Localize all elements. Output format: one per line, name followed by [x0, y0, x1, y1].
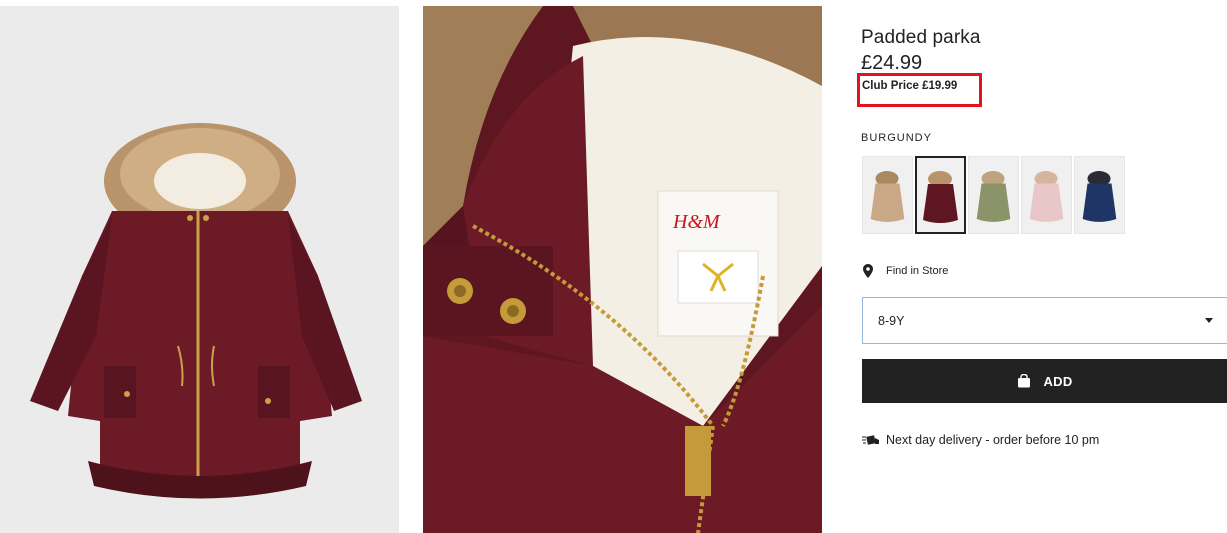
delivery-truck-icon	[862, 435, 879, 445]
swatch-khaki-green[interactable]	[968, 156, 1019, 234]
delivery-text: Next day delivery - order before 10 pm	[886, 433, 1100, 447]
size-selected-value: 8-9Y	[878, 313, 905, 328]
delivery-info: Next day delivery - order before 10 pm	[862, 433, 1099, 447]
club-price: Club Price £19.99	[862, 80, 958, 92]
product-price: £24.99	[861, 52, 923, 74]
swatch-burgundy[interactable]	[915, 156, 966, 234]
product-image-detail[interactable]: H&M	[423, 6, 822, 533]
swatch-beige[interactable]	[862, 156, 913, 234]
parka-detail-image: H&M	[423, 6, 822, 533]
swatch-dark-blue[interactable]	[1074, 156, 1125, 234]
add-button-label: ADD	[1043, 373, 1073, 389]
chevron-down-icon	[1205, 318, 1213, 323]
add-to-bag-button[interactable]: ADD	[862, 359, 1227, 403]
size-dropdown[interactable]: 8-9Y	[862, 297, 1227, 344]
find-in-store-link[interactable]: Find in Store	[863, 264, 948, 278]
colour-swatches	[862, 156, 1125, 234]
product-info-panel: Padded parka £24.99 Club Price £19.99 BU…	[857, 0, 1227, 533]
find-in-store-label: Find in Store	[886, 265, 949, 277]
product-title: Padded parka	[861, 27, 981, 48]
swatch-light-pink[interactable]	[1021, 156, 1072, 234]
brand-label-text: H&M	[672, 211, 721, 233]
parka-front-image	[30, 123, 362, 499]
product-page: H&M Padded parka £24.99 Club Price £19.9…	[0, 0, 1227, 533]
shopping-bag-icon	[1018, 374, 1031, 388]
selected-colour-label: BURGUNDY	[861, 132, 932, 144]
location-pin-icon	[863, 264, 873, 278]
product-image-main[interactable]	[0, 6, 399, 533]
